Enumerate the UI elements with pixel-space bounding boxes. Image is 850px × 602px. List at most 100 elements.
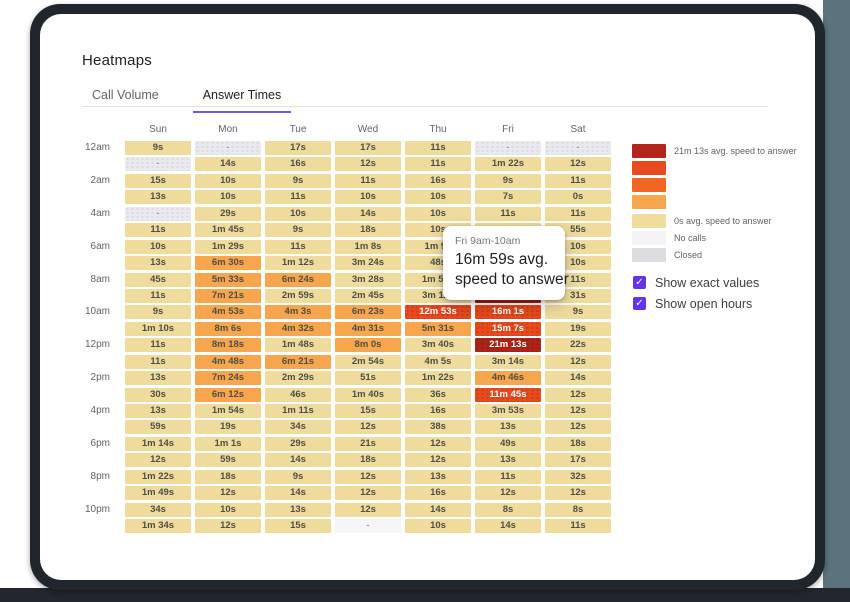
cell-sat-21[interactable]: 12s [545, 486, 611, 500]
cell-fri-0[interactable]: - [475, 141, 541, 155]
cell-sun-13[interactable]: 11s [125, 355, 191, 369]
cell-wed-21[interactable]: 12s [335, 486, 401, 500]
cell-fri-18[interactable]: 49s [475, 437, 541, 451]
cell-thu-22[interactable]: 14s [405, 503, 471, 517]
checkbox-checked-icon[interactable]: ✓ [633, 297, 646, 310]
cell-wed-19[interactable]: 18s [335, 453, 401, 467]
cell-tue-3[interactable]: 11s [265, 190, 331, 204]
cell-mon-10[interactable]: 4m 53s [195, 305, 261, 319]
cell-sun-4[interactable]: - [125, 207, 191, 221]
cell-sun-19[interactable]: 12s [125, 453, 191, 467]
cell-sun-20[interactable]: 1m 22s [125, 470, 191, 484]
cell-sat-2[interactable]: 11s [545, 174, 611, 188]
cell-sat-1[interactable]: 12s [545, 157, 611, 171]
cell-wed-2[interactable]: 11s [335, 174, 401, 188]
cell-mon-18[interactable]: 1m 1s [195, 437, 261, 451]
cell-fri-22[interactable]: 8s [475, 503, 541, 517]
checkbox-show-exact-values[interactable]: ✓Show exact values [633, 275, 759, 290]
cell-sat-17[interactable]: 12s [545, 420, 611, 434]
cell-thu-2[interactable]: 16s [405, 174, 471, 188]
cell-mon-6[interactable]: 1m 29s [195, 240, 261, 254]
cell-tue-15[interactable]: 46s [265, 388, 331, 402]
cell-mon-12[interactable]: 8m 18s [195, 338, 261, 352]
tab-call-volume[interactable]: Call Volume [82, 80, 169, 113]
cell-sat-13[interactable]: 12s [545, 355, 611, 369]
cell-tue-10[interactable]: 4m 3s [265, 305, 331, 319]
cell-sun-18[interactable]: 1m 14s [125, 437, 191, 451]
cell-thu-12[interactable]: 3m 40s [405, 338, 471, 352]
cell-tue-2[interactable]: 9s [265, 174, 331, 188]
cell-wed-13[interactable]: 2m 54s [335, 355, 401, 369]
cell-wed-4[interactable]: 14s [335, 207, 401, 221]
cell-mon-9[interactable]: 7m 21s [195, 289, 261, 303]
cell-sat-14[interactable]: 14s [545, 371, 611, 385]
cell-sun-11[interactable]: 1m 10s [125, 322, 191, 336]
cell-tue-18[interactable]: 29s [265, 437, 331, 451]
cell-mon-11[interactable]: 8m 6s [195, 322, 261, 336]
cell-mon-17[interactable]: 19s [195, 420, 261, 434]
cell-sun-6[interactable]: 10s [125, 240, 191, 254]
cell-sun-15[interactable]: 30s [125, 388, 191, 402]
cell-tue-12[interactable]: 1m 48s [265, 338, 331, 352]
cell-mon-8[interactable]: 5m 33s [195, 273, 261, 287]
cell-sun-22[interactable]: 34s [125, 503, 191, 517]
cell-wed-23[interactable]: - [335, 519, 401, 533]
cell-mon-0[interactable]: - [195, 141, 261, 155]
cell-wed-9[interactable]: 2m 45s [335, 289, 401, 303]
cell-fri-17[interactable]: 13s [475, 420, 541, 434]
cell-thu-0[interactable]: 11s [405, 141, 471, 155]
cell-wed-7[interactable]: 3m 24s [335, 256, 401, 270]
cell-fri-11[interactable]: 15m 7s [475, 322, 541, 336]
cell-sun-16[interactable]: 13s [125, 404, 191, 418]
cell-wed-11[interactable]: 4m 31s [335, 322, 401, 336]
cell-fri-10[interactable]: 16m 1s [475, 305, 541, 319]
cell-wed-1[interactable]: 12s [335, 157, 401, 171]
cell-mon-5[interactable]: 1m 45s [195, 223, 261, 237]
cell-sun-9[interactable]: 11s [125, 289, 191, 303]
cell-wed-17[interactable]: 12s [335, 420, 401, 434]
cell-fri-14[interactable]: 4m 46s [475, 371, 541, 385]
cell-wed-12[interactable]: 8m 0s [335, 338, 401, 352]
cell-sun-14[interactable]: 13s [125, 371, 191, 385]
cell-tue-8[interactable]: 6m 24s [265, 273, 331, 287]
cell-fri-16[interactable]: 3m 53s [475, 404, 541, 418]
cell-wed-3[interactable]: 10s [335, 190, 401, 204]
cell-thu-17[interactable]: 38s [405, 420, 471, 434]
cell-wed-8[interactable]: 3m 28s [335, 273, 401, 287]
cell-fri-4[interactable]: 11s [475, 207, 541, 221]
cell-sun-5[interactable]: 11s [125, 223, 191, 237]
cell-mon-21[interactable]: 12s [195, 486, 261, 500]
cell-wed-18[interactable]: 21s [335, 437, 401, 451]
cell-fri-21[interactable]: 12s [475, 486, 541, 500]
cell-fri-15[interactable]: 11m 45s [475, 388, 541, 402]
cell-thu-11[interactable]: 5m 31s [405, 322, 471, 336]
cell-mon-16[interactable]: 1m 54s [195, 404, 261, 418]
cell-fri-13[interactable]: 3m 14s [475, 355, 541, 369]
cell-wed-6[interactable]: 1m 8s [335, 240, 401, 254]
cell-sun-10[interactable]: 9s [125, 305, 191, 319]
cell-tue-16[interactable]: 1m 11s [265, 404, 331, 418]
cell-fri-2[interactable]: 9s [475, 174, 541, 188]
cell-sun-3[interactable]: 13s [125, 190, 191, 204]
cell-mon-19[interactable]: 59s [195, 453, 261, 467]
cell-wed-20[interactable]: 12s [335, 470, 401, 484]
cell-sat-12[interactable]: 22s [545, 338, 611, 352]
cell-fri-20[interactable]: 11s [475, 470, 541, 484]
cell-thu-4[interactable]: 10s [405, 207, 471, 221]
cell-mon-13[interactable]: 4m 48s [195, 355, 261, 369]
cell-sun-0[interactable]: 9s [125, 141, 191, 155]
cell-tue-13[interactable]: 6m 21s [265, 355, 331, 369]
cell-sat-16[interactable]: 12s [545, 404, 611, 418]
cell-thu-10[interactable]: 12m 53s [405, 305, 471, 319]
cell-tue-20[interactable]: 9s [265, 470, 331, 484]
cell-tue-19[interactable]: 14s [265, 453, 331, 467]
cell-thu-3[interactable]: 10s [405, 190, 471, 204]
checkbox-show-open-hours[interactable]: ✓Show open hours [633, 296, 759, 311]
cell-tue-21[interactable]: 14s [265, 486, 331, 500]
cell-sat-4[interactable]: 11s [545, 207, 611, 221]
cell-sun-21[interactable]: 1m 49s [125, 486, 191, 500]
cell-mon-20[interactable]: 18s [195, 470, 261, 484]
cell-mon-1[interactable]: 14s [195, 157, 261, 171]
cell-thu-19[interactable]: 12s [405, 453, 471, 467]
cell-mon-4[interactable]: 29s [195, 207, 261, 221]
